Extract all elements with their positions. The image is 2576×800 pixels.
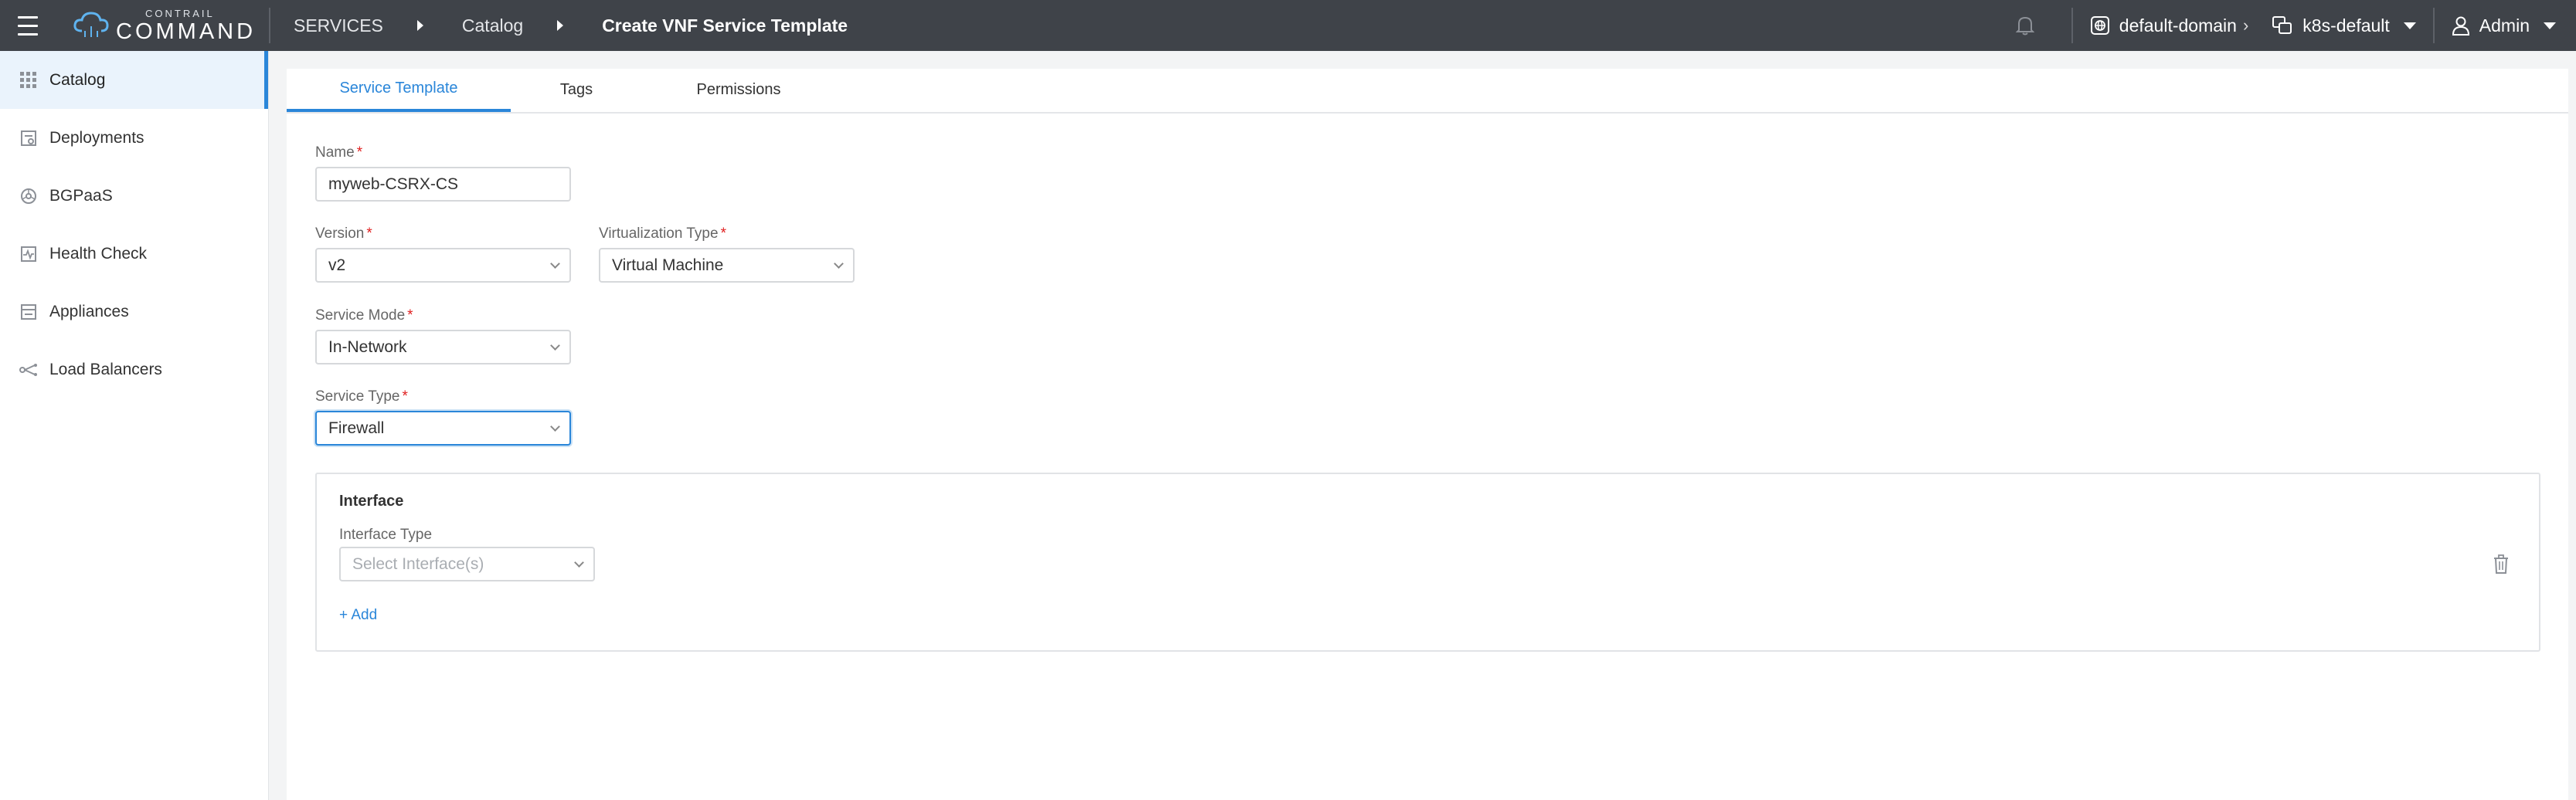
- logo-small-text: CONTRAIL: [145, 7, 215, 19]
- chevron-down-icon: [550, 422, 560, 432]
- chevron-down-icon: [550, 259, 560, 269]
- tab-tags[interactable]: Tags: [511, 67, 642, 112]
- add-interface-button[interactable]: + Add: [339, 607, 377, 624]
- bell-icon[interactable]: [2002, 15, 2048, 36]
- required-marker: *: [402, 388, 408, 405]
- trash-icon[interactable]: [2493, 554, 2510, 578]
- tab-permissions[interactable]: Permissions: [642, 67, 835, 112]
- interface-panel: Interface Interface Type Select Interfac…: [315, 473, 2540, 652]
- globe-icon: [2090, 15, 2110, 36]
- main-content: Service Template Tags Permissions Name * …: [287, 69, 2568, 800]
- interface-type-placeholder: Select Interface(s): [352, 554, 484, 573]
- sidebar-item-label: Catalog: [49, 70, 106, 89]
- name-input[interactable]: myweb-CSRX-CS: [315, 167, 571, 202]
- required-marker: *: [407, 307, 413, 324]
- required-marker: *: [366, 225, 372, 242]
- sidebar-item-label: Deployments: [49, 128, 144, 147]
- sidebar-item-deployments[interactable]: Deployments: [0, 109, 268, 167]
- service-type-field: Service Type * Firewall: [315, 388, 571, 446]
- breadcrumb-separator-icon: [557, 20, 564, 31]
- chevron-down-icon: [2403, 22, 2416, 29]
- chevron-right-icon: ›: [2242, 15, 2249, 35]
- name-label: Name: [315, 144, 355, 161]
- virtualization-type-select[interactable]: Virtual Machine: [599, 248, 855, 283]
- service-type-select[interactable]: Firewall: [315, 411, 571, 446]
- version-field: Version * v2: [315, 225, 571, 283]
- sidebar-item-catalog[interactable]: Catalog: [0, 51, 268, 109]
- breadcrumb: SERVICES Catalog Create VNF Service Temp…: [270, 0, 848, 51]
- user-icon: [2452, 15, 2470, 36]
- version-value: v2: [328, 256, 346, 274]
- service-type-label: Service Type: [315, 388, 400, 405]
- chevron-down-icon: [834, 259, 844, 269]
- interface-type-label: Interface Type: [339, 527, 433, 543]
- appliances-icon: [19, 302, 39, 322]
- project-icon: [2272, 15, 2293, 36]
- service-mode-select[interactable]: In-Network: [315, 330, 571, 364]
- breadcrumb-separator-icon: [416, 20, 423, 31]
- deployments-icon: [19, 128, 39, 148]
- project-selector[interactable]: k8s-default: [2272, 0, 2433, 51]
- top-right-controls: default-domain › k8s-default Admin: [2002, 0, 2576, 51]
- project-label: k8s-default: [2302, 15, 2390, 36]
- sidebar-item-label: Appliances: [49, 302, 129, 320]
- interface-type-select[interactable]: Select Interface(s): [339, 547, 595, 581]
- virtualization-type-field: Virtualization Type * Virtual Machine: [599, 225, 855, 283]
- breadcrumb-services[interactable]: SERVICES: [294, 15, 383, 36]
- interface-panel-title: Interface: [339, 493, 404, 510]
- domain-selector[interactable]: default-domain ›: [2073, 0, 2272, 51]
- sidebar: Catalog Deployments BGPaaS Health Check …: [0, 51, 269, 800]
- tab-bar: Service Template Tags Permissions: [287, 69, 2568, 114]
- contrail-command-logo[interactable]: CONTRAIL COMMAND: [56, 0, 269, 51]
- virtualization-type-label: Virtualization Type: [599, 225, 719, 242]
- sidebar-item-load-balancers[interactable]: Load Balancers: [0, 341, 268, 398]
- sidebar-item-bgpaas[interactable]: BGPaaS: [0, 167, 268, 225]
- required-marker: *: [720, 225, 726, 242]
- user-label: Admin: [2479, 15, 2530, 36]
- sidebar-item-label: BGPaaS: [49, 186, 113, 205]
- service-mode-label: Service Mode: [315, 307, 406, 324]
- domain-label: default-domain: [2119, 15, 2237, 36]
- chevron-down-icon: [550, 341, 560, 351]
- required-marker: *: [356, 144, 363, 161]
- top-bar: CONTRAIL COMMAND SERVICES Catalog Create…: [0, 0, 2576, 51]
- service-mode-field: Service Mode * In-Network: [315, 307, 571, 364]
- sidebar-item-label: Load Balancers: [49, 360, 162, 378]
- virtualization-type-value: Virtual Machine: [612, 256, 724, 274]
- cloud-logo-icon: [73, 12, 109, 37]
- sidebar-item-appliances[interactable]: Appliances: [0, 283, 268, 341]
- hamburger-icon[interactable]: [0, 0, 56, 51]
- breadcrumb-catalog[interactable]: Catalog: [462, 15, 523, 36]
- service-type-value: Firewall: [328, 419, 385, 437]
- health-check-icon: [19, 244, 39, 264]
- sidebar-item-health-check[interactable]: Health Check: [0, 225, 268, 283]
- user-menu[interactable]: Admin: [2435, 0, 2576, 51]
- load-balancer-icon: [19, 360, 39, 380]
- name-field: Name * myweb-CSRX-CS: [315, 144, 571, 202]
- tab-service-template[interactable]: Service Template: [287, 67, 511, 112]
- sidebar-item-label: Health Check: [49, 244, 148, 263]
- version-label: Version: [315, 225, 365, 242]
- bgpaas-icon: [19, 186, 39, 206]
- version-select[interactable]: v2: [315, 248, 571, 283]
- page-title: Create VNF Service Template: [602, 15, 848, 36]
- logo-big-text: COMMAND: [116, 19, 257, 44]
- chevron-down-icon: [2544, 22, 2556, 29]
- chevron-down-icon: [574, 558, 584, 568]
- grid-icon: [19, 70, 39, 90]
- service-mode-value: In-Network: [328, 337, 407, 356]
